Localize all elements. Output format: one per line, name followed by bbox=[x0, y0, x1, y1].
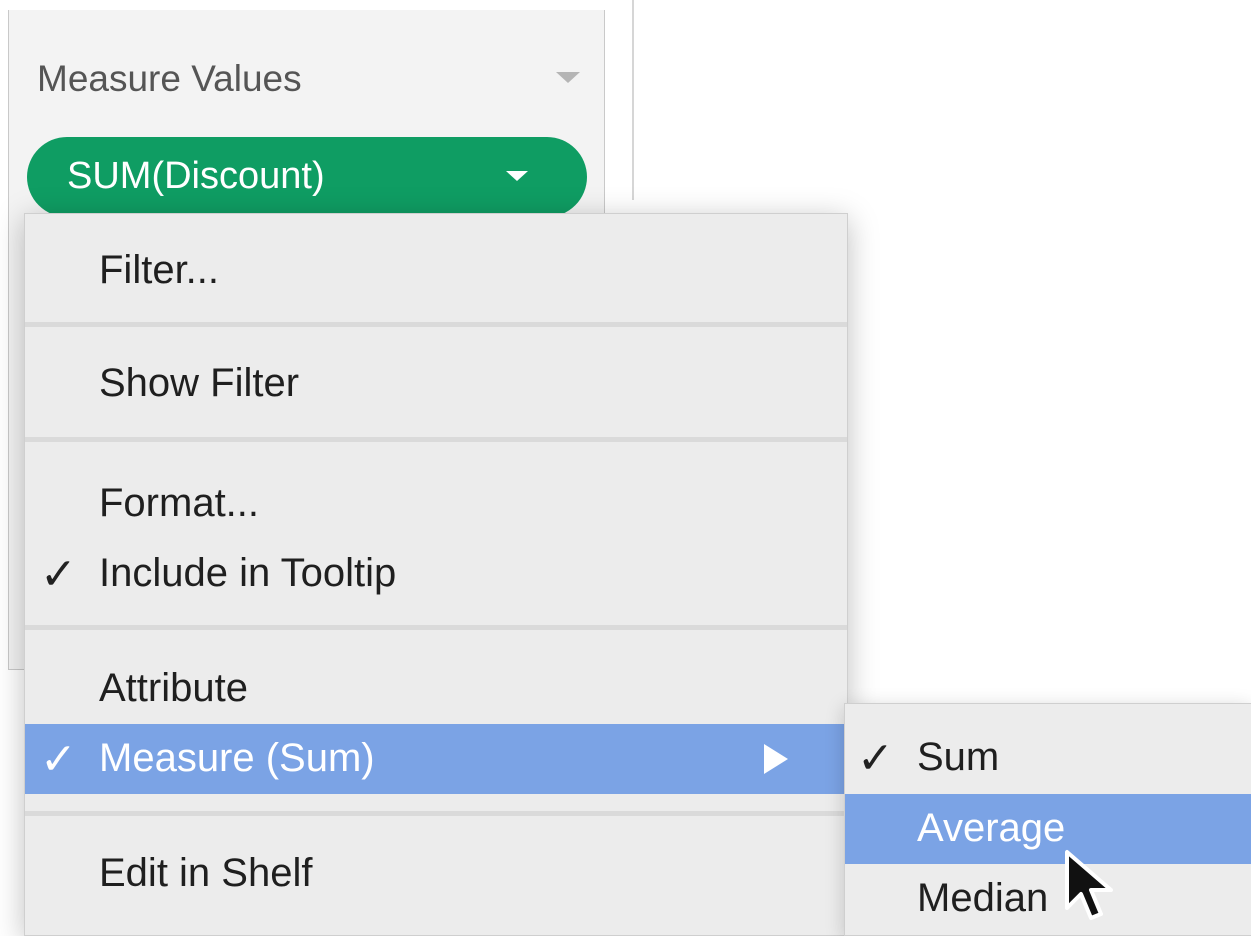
arrow-pointer-icon bbox=[1065, 850, 1113, 920]
card-dropdown-icon[interactable] bbox=[556, 72, 580, 83]
menu-item-format[interactable]: Format... bbox=[25, 469, 847, 539]
menu-item-attribute[interactable]: Attribute bbox=[25, 654, 847, 724]
menu-item-label: Format... bbox=[99, 481, 260, 525]
submenu-item-label: Sum bbox=[917, 735, 1000, 779]
submenu-item-median[interactable]: Median bbox=[845, 864, 1251, 934]
submenu-item-label: Median bbox=[917, 876, 1049, 920]
pill-label: SUM(Discount) bbox=[67, 155, 325, 197]
checkmark-icon: ✓ bbox=[40, 735, 77, 784]
menu-separator bbox=[25, 322, 847, 327]
menu-item-label: Measure (Sum) bbox=[99, 736, 375, 780]
menu-item-edit-in-shelf[interactable]: Edit in Shelf bbox=[25, 839, 847, 909]
menu-item-label: Show Filter bbox=[99, 361, 300, 405]
submenu-item-label: Average bbox=[917, 806, 1066, 850]
checkmark-icon: ✓ bbox=[40, 550, 77, 599]
checkmark-icon: ✓ bbox=[857, 734, 894, 783]
menu-item-label: Filter... bbox=[99, 248, 220, 292]
aggregation-submenu: ✓ Sum Average Median bbox=[844, 703, 1251, 936]
menu-separator bbox=[25, 437, 847, 442]
sum-discount-pill[interactable]: SUM(Discount) bbox=[27, 137, 587, 217]
menu-item-show-filter[interactable]: Show Filter bbox=[25, 349, 847, 419]
pill-dropdown-icon[interactable] bbox=[506, 171, 528, 181]
submenu-item-sum[interactable]: ✓ Sum bbox=[845, 723, 1251, 793]
menu-item-label: Include in Tooltip bbox=[99, 551, 397, 595]
menu-separator bbox=[25, 811, 847, 816]
panel-divider bbox=[632, 0, 634, 200]
menu-item-label: Edit in Shelf bbox=[99, 851, 313, 895]
submenu-arrow-icon bbox=[764, 744, 788, 774]
context-menu: Filter... Show Filter Format... ✓ Includ… bbox=[24, 213, 848, 936]
menu-item-measure-sum[interactable]: ✓ Measure (Sum) bbox=[25, 724, 847, 794]
menu-separator bbox=[25, 625, 847, 630]
card-title: Measure Values bbox=[37, 58, 302, 99]
submenu-item-average[interactable]: Average bbox=[845, 794, 1251, 864]
menu-item-include-in-tooltip[interactable]: ✓ Include in Tooltip bbox=[25, 539, 847, 609]
menu-item-label: Attribute bbox=[99, 666, 248, 710]
menu-item-filter[interactable]: Filter... bbox=[25, 236, 847, 306]
